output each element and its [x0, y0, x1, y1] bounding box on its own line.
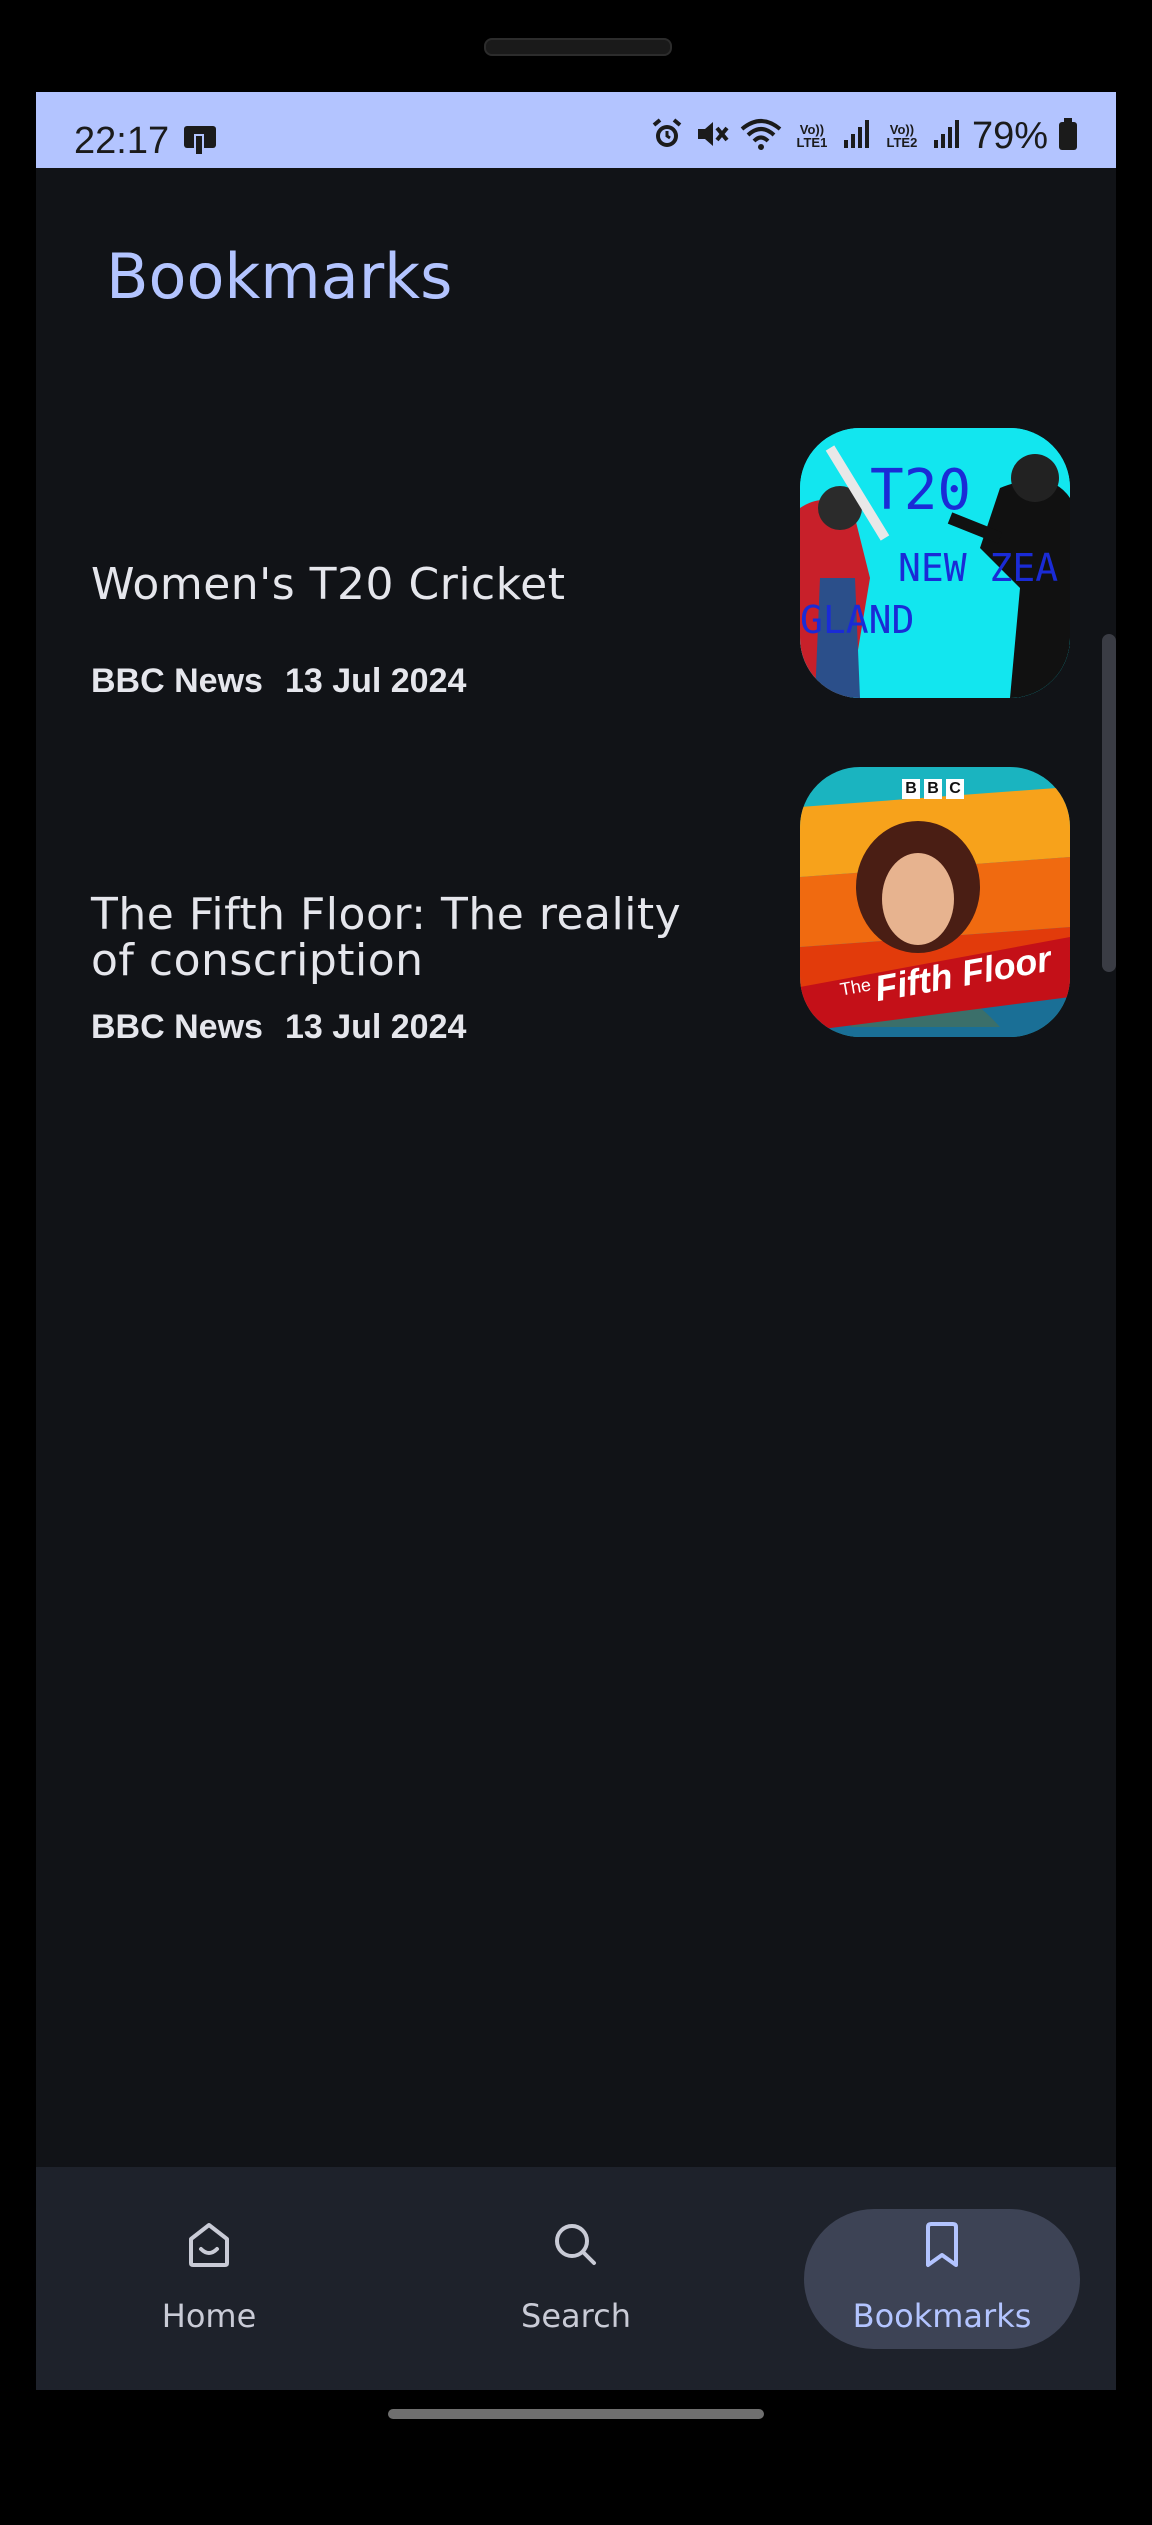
page-title: Bookmarks: [106, 240, 453, 313]
lte2-indicator: Vo)) LTE2: [886, 122, 918, 150]
bbc-logo: B B C: [902, 779, 964, 799]
bookmark-meta: BBC News 13 Jul 2024: [91, 662, 488, 701]
nav-home[interactable]: Home: [69, 2167, 349, 2390]
status-time: 22:17: [74, 120, 170, 162]
bookmark-source: BBC News: [91, 662, 263, 700]
status-icons: Vo)) LTE1 Vo)) LTE2 79%: [650, 114, 1078, 157]
screen-cast-icon: [182, 122, 218, 163]
nav-search-label: Search: [521, 2297, 631, 2335]
alarm-icon: [650, 117, 684, 156]
bookmark-date: 13 Jul 2024: [284, 662, 467, 700]
search-icon: [550, 2219, 602, 2276]
signal-icon: [842, 118, 872, 155]
bookmark-meta: BBC News 13 Jul 2024: [91, 1008, 488, 1047]
battery-percent: 79%: [971, 114, 1048, 157]
home-indicator[interactable]: [388, 2409, 764, 2419]
bottom-navigation: Home Search Bookmarks: [36, 2167, 1116, 2390]
nav-search[interactable]: Search: [436, 2167, 716, 2390]
thumb-text-england: GLAND: [800, 598, 915, 642]
nav-bookmarks[interactable]: Bookmarks: [802, 2167, 1082, 2390]
bookmark-title: Women's T20 Cricket: [91, 559, 566, 610]
wifi-icon: [740, 117, 782, 156]
signal-icon: [932, 118, 962, 155]
thumb-text-t20: T20: [870, 458, 972, 523]
bookmark-thumbnail[interactable]: T20 NEW ZEA GLAND: [800, 428, 1070, 698]
nav-bookmarks-label: Bookmarks: [852, 2297, 1032, 2335]
screen: 22:17 Vo)) LTE1 Vo)) LTE2 79% Bookmarks …: [36, 92, 1116, 2390]
bookmark-title: The Fifth Floor: The reality of conscrip…: [91, 889, 682, 986]
battery-icon: [1058, 117, 1078, 156]
lte1-indicator: Vo)) LTE1: [796, 122, 828, 150]
speaker-grille: [484, 38, 672, 56]
bookmark-thumbnail[interactable]: B B C The Fifth Floor: [800, 767, 1070, 1037]
nav-home-label: Home: [161, 2297, 257, 2335]
scrollbar[interactable]: [1102, 634, 1116, 972]
bookmark-source: BBC News: [91, 1008, 263, 1046]
thumb-text-new-zealand: NEW ZEA: [898, 546, 1059, 590]
bookmark-icon: [916, 2219, 968, 2276]
device-frame: 22:17 Vo)) LTE1 Vo)) LTE2 79% Bookmarks …: [0, 0, 1152, 2525]
bookmark-date: 13 Jul 2024: [284, 1008, 467, 1046]
status-bar: 22:17 Vo)) LTE1 Vo)) LTE2 79%: [36, 92, 1116, 168]
home-icon: [183, 2219, 235, 2276]
mute-icon: [694, 117, 730, 156]
